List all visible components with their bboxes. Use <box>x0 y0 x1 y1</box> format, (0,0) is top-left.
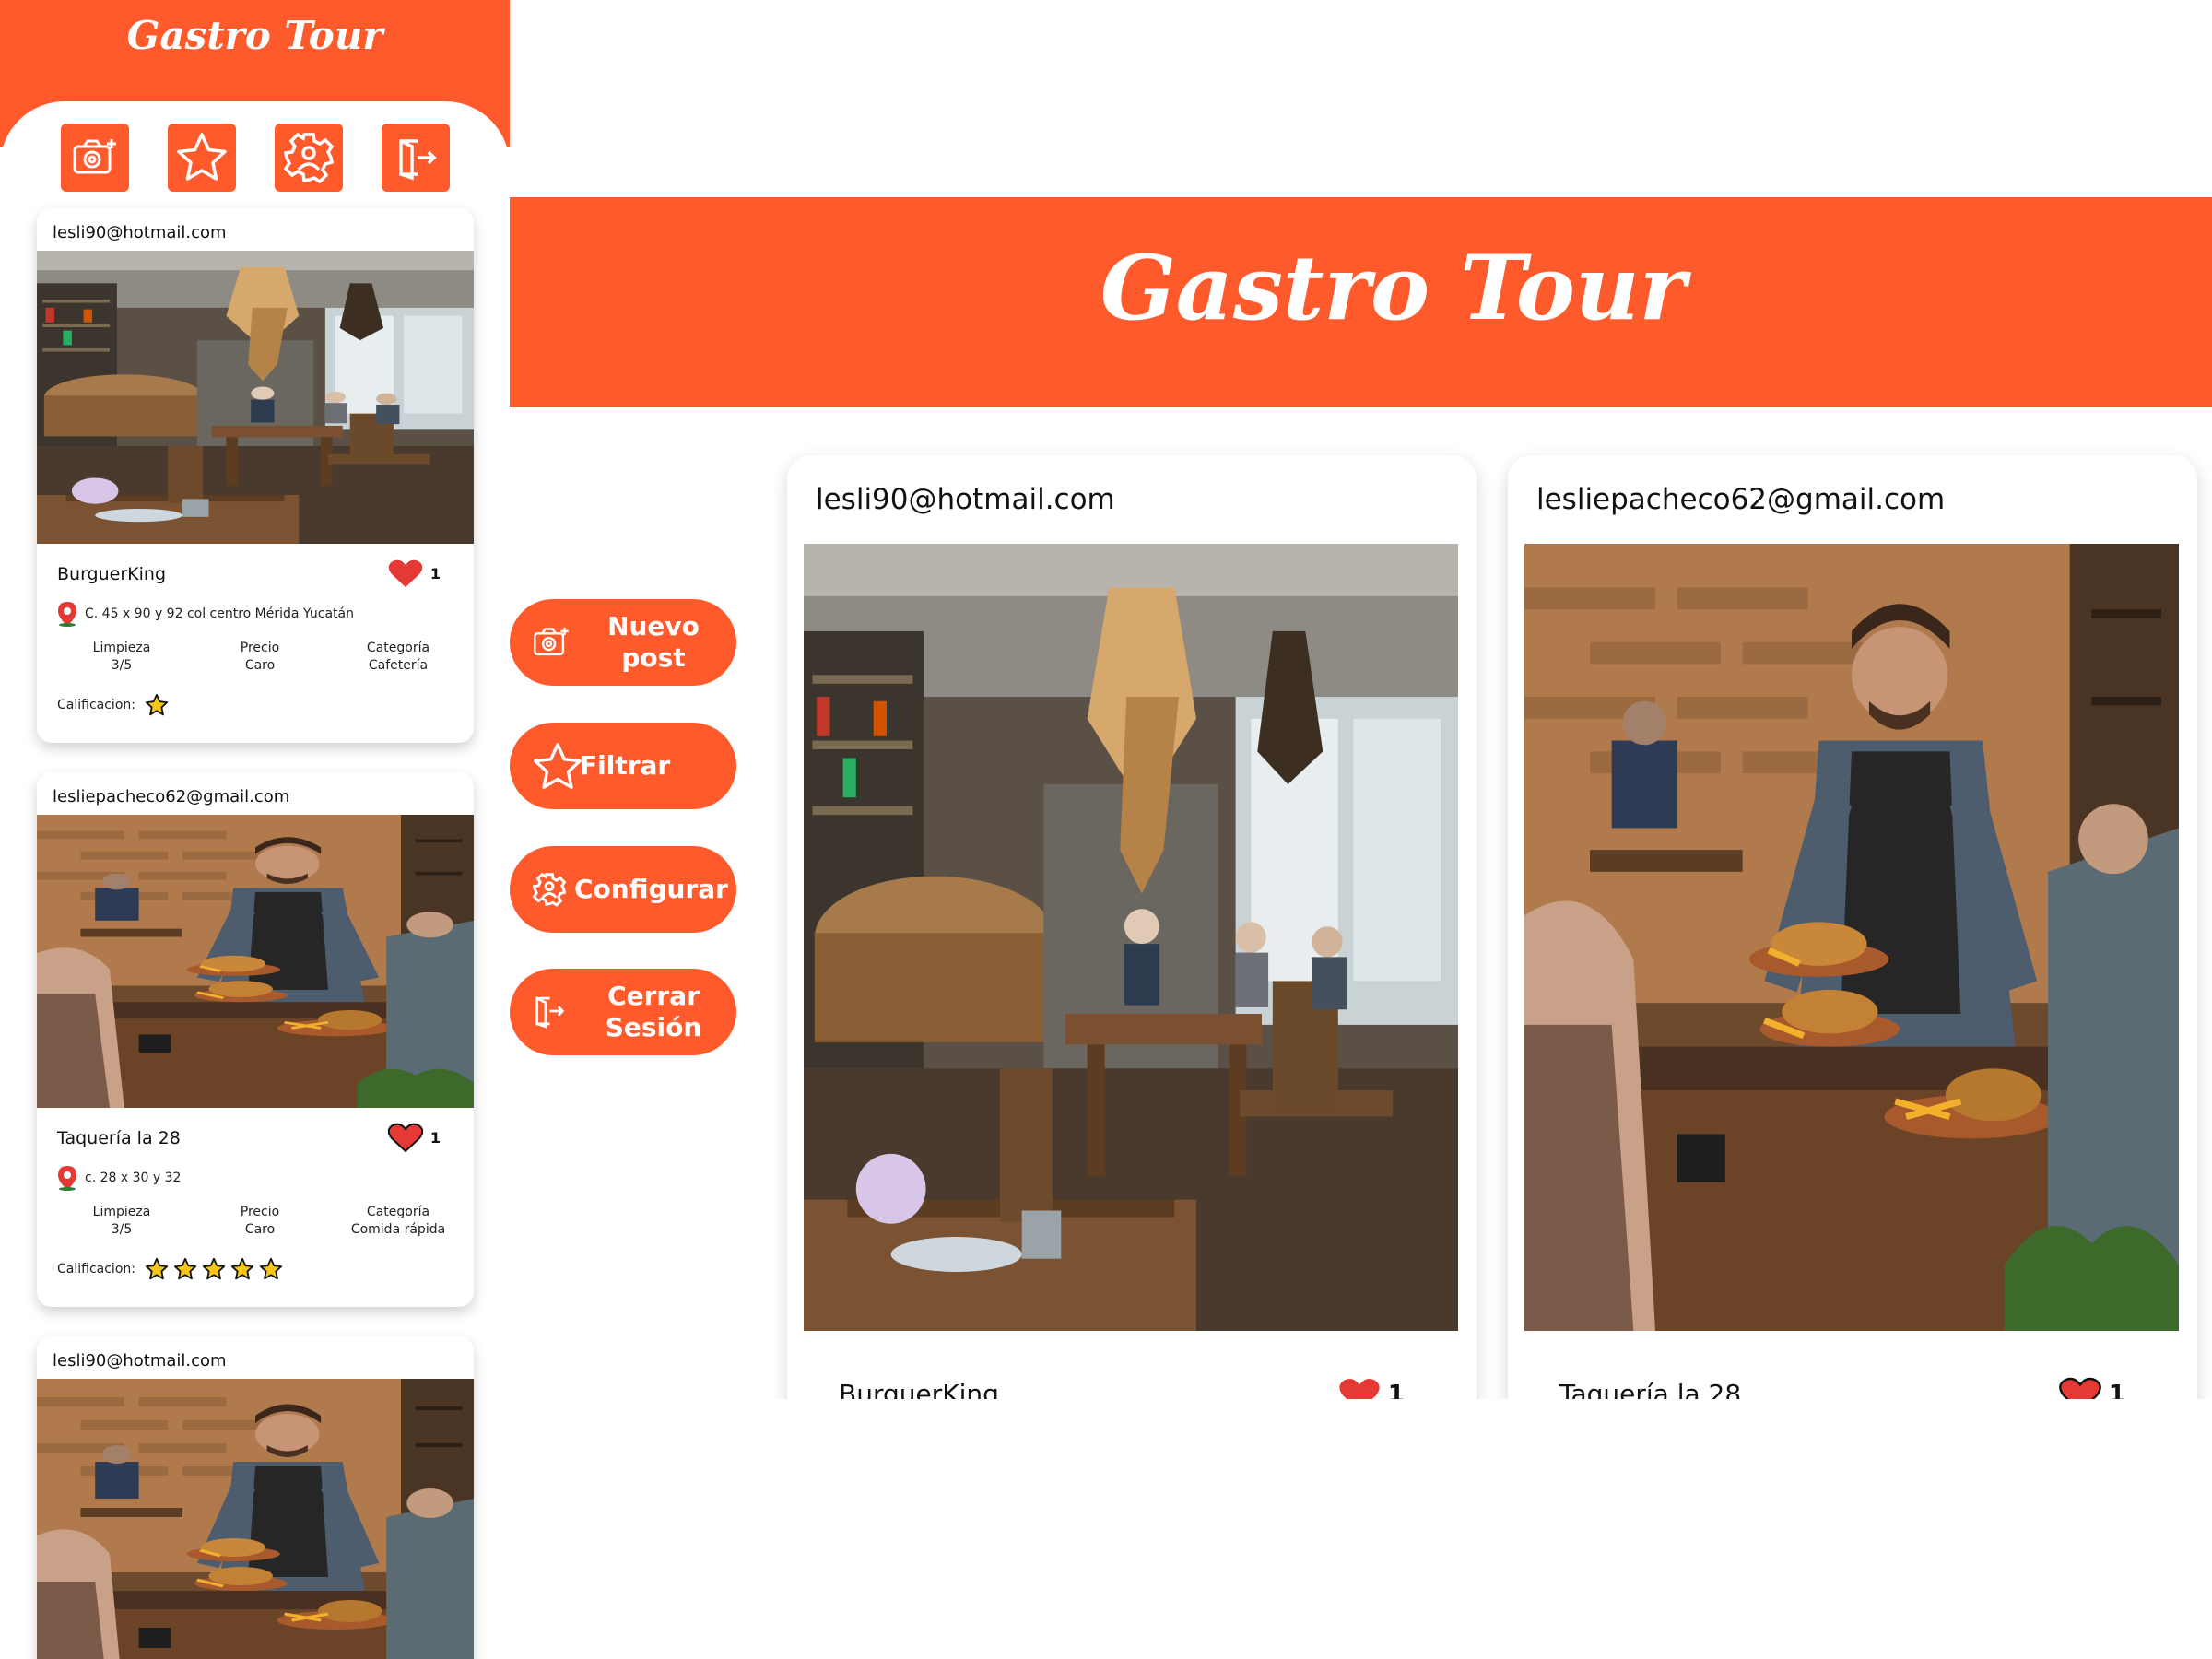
post-photo[interactable] <box>37 815 474 1108</box>
rating-label: Calificacion: <box>57 1262 135 1277</box>
rating: Calificacion: <box>57 693 169 717</box>
rating-stars <box>145 1257 283 1281</box>
stat-value: Comida rápida <box>350 1222 446 1237</box>
stat-value: Caro <box>244 658 276 673</box>
stat-value: Caro <box>244 1222 276 1237</box>
price-stat: Precio Caro <box>195 640 324 675</box>
post-author-email: lesliepacheco62@gmail.com <box>1536 483 1946 516</box>
restaurant-name: Taquería la 28 <box>57 1128 181 1148</box>
rating-star-icon <box>145 1257 169 1280</box>
rating: Calificacion: <box>57 1257 283 1281</box>
crop-mask <box>510 1399 2212 1659</box>
settings-button[interactable] <box>275 124 343 192</box>
button-label: Cerrar Sesión <box>605 981 702 1042</box>
stat-value: 3/5 <box>111 658 133 673</box>
restaurant-stats: Limpieza 3/5 Precio Caro Categoría Comida r… <box>57 1204 463 1239</box>
mobile-mockup: Gastro Tour lesli90@hotmail.com BurguerK… <box>0 0 510 1659</box>
cleanliness-stat: Limpieza 3/5 <box>57 640 186 675</box>
logout-icon <box>399 139 437 181</box>
post-photo[interactable] <box>37 251 474 544</box>
post-photo[interactable] <box>37 1379 474 1659</box>
logout-button[interactable]: Cerrar Sesión <box>510 969 736 1055</box>
post-author-email: lesli90@hotmail.com <box>816 483 1115 516</box>
post-photo[interactable] <box>804 544 1458 1331</box>
star-icon <box>177 133 227 181</box>
stat-value: Cafetería <box>368 658 429 673</box>
heart-icon <box>388 559 423 587</box>
filter-button[interactable]: Filtrar <box>510 723 736 809</box>
address-text: C. 45 x 90 y 92 col centro Mérida Yucatá… <box>85 606 354 621</box>
rating-star-icon <box>230 1257 254 1280</box>
rating-stars <box>145 693 169 717</box>
mobile-action-bar <box>0 124 510 194</box>
stat-label: Categoría <box>366 641 430 655</box>
post-author-email: lesli90@hotmail.com <box>53 1351 227 1371</box>
desktop-app-title: Gastro Tour <box>1100 236 1687 340</box>
button-label: Filtrar <box>580 750 671 781</box>
stat-label: Precio <box>240 1205 280 1219</box>
category-stat: Categoría Cafetería <box>334 640 463 675</box>
heart-icon <box>387 1123 423 1152</box>
rating-star-icon <box>202 1257 226 1280</box>
post-author-email: lesliepacheco62@gmail.com <box>53 787 290 806</box>
stat-label: Precio <box>240 641 280 655</box>
category-stat: Categoría Comida rápida <box>334 1204 463 1239</box>
desktop-post-card[interactable]: lesli90@hotmail.com BurguerKing 1 <box>787 455 1477 1405</box>
button-label: Configurar <box>574 874 728 904</box>
post-photo[interactable] <box>1524 544 2179 1331</box>
restaurant-address: c. 28 x 30 y 32 <box>57 1165 181 1191</box>
new-post-button[interactable] <box>61 124 129 192</box>
like-count: 1 <box>429 564 441 582</box>
button-label: Nuevo post <box>607 611 700 673</box>
restaurant-stats: Limpieza 3/5 Precio Caro Categoría Cafeterí… <box>57 640 463 675</box>
stat-label: Limpieza <box>92 641 151 655</box>
camera-plus-icon <box>534 627 569 656</box>
rating-label: Calificacion: <box>57 698 135 712</box>
location-pin-icon <box>58 602 76 627</box>
restaurant-name: BurguerKing <box>57 564 166 584</box>
like-count: 1 <box>429 1128 441 1147</box>
location-pin-icon <box>58 1166 76 1191</box>
new-post-button[interactable]: Nuevo post <box>510 599 736 686</box>
logout-icon <box>535 996 565 1029</box>
settings-button[interactable]: Configurar <box>510 846 736 933</box>
rating-star-icon <box>173 1257 197 1280</box>
gear-icon <box>532 872 567 907</box>
post-author-email: lesli90@hotmail.com <box>53 223 227 242</box>
stat-value: 3/5 <box>111 1222 133 1237</box>
price-stat: Precio Caro <box>195 1204 324 1239</box>
mobile-post-card[interactable]: lesli90@hotmail.com BurguerKing 1 C. 45 … <box>37 208 474 743</box>
logout-button[interactable] <box>382 124 450 192</box>
star-icon <box>534 743 582 789</box>
rating-star-icon <box>145 693 169 716</box>
restaurant-address: C. 45 x 90 y 92 col centro Mérida Yucatá… <box>57 601 354 627</box>
mobile-post-card[interactable]: lesli90@hotmail.com <box>37 1336 474 1659</box>
rating-star-icon <box>259 1257 283 1280</box>
like-button[interactable]: 1 <box>387 1123 441 1152</box>
gear-icon <box>283 132 335 184</box>
desktop-post-card[interactable]: lesliepacheco62@gmail.com Taquería la 28… <box>1508 455 2197 1405</box>
camera-plus-icon <box>73 139 116 174</box>
mobile-app-title: Gastro Tour <box>126 13 383 58</box>
address-text: c. 28 x 30 y 32 <box>85 1171 182 1185</box>
filter-button[interactable] <box>168 124 236 192</box>
cleanliness-stat: Limpieza 3/5 <box>57 1204 186 1239</box>
mobile-post-card[interactable]: lesliepacheco62@gmail.com Taquería la 28… <box>37 772 474 1307</box>
stat-label: Categoría <box>366 1205 430 1219</box>
like-button[interactable]: 1 <box>388 559 441 588</box>
stat-label: Limpieza <box>92 1205 151 1219</box>
